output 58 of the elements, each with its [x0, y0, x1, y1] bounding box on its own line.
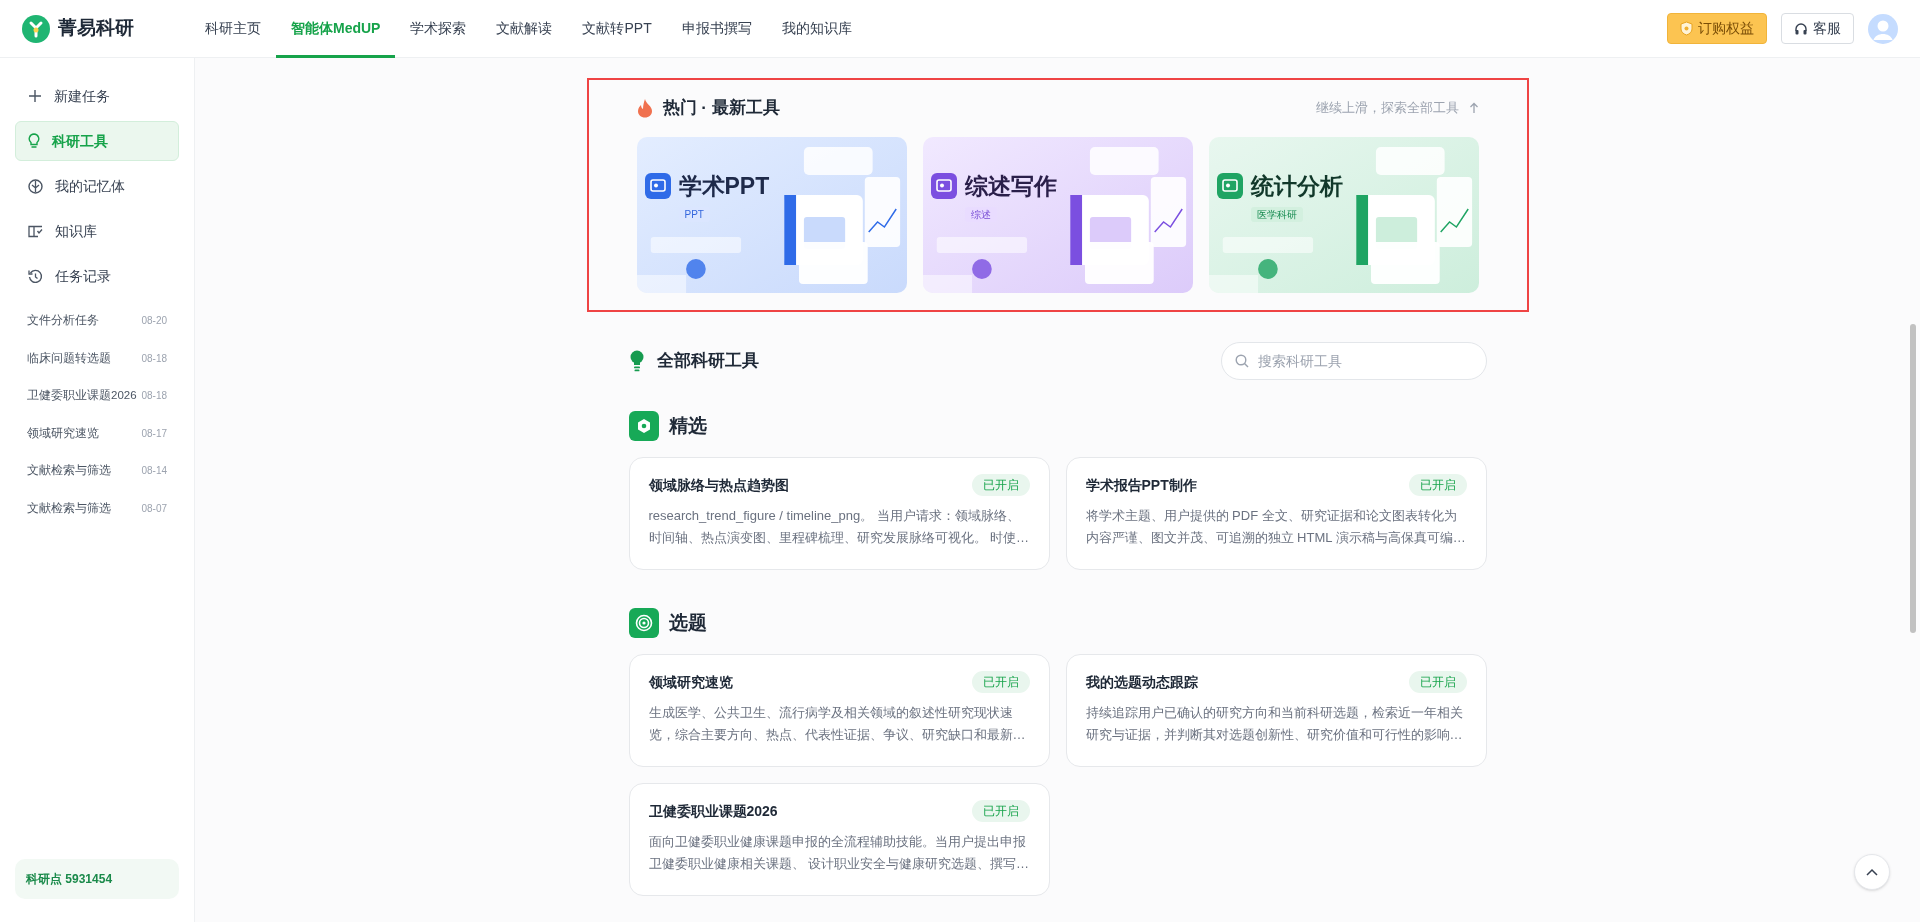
- task-title[interactable]: 卫健委职业课题2026: [27, 387, 137, 405]
- status-badge: 已开启: [971, 671, 1030, 693]
- task-date: 08-20: [141, 314, 167, 329]
- tool-name: 领域研究速览: [648, 672, 733, 692]
- banner-title: 统计分析: [1250, 172, 1343, 201]
- tool-card[interactable]: 卫健委职业课题2026 已开启 面向卫健委职业健康课题申报的全流程辅助技能。当用户提出申报卫健委职业健康相关课题、 设计职业安全与健康研究选题、撰写…: [628, 783, 1050, 896]
- tool-card[interactable]: 学术报告PPT制作 已开启 将学术主题、用户提供的 PDF 全文、研究证据和论文图表转化为内容严谨、图文并茂、可追溯的独立 HTML 演示稿与高保真可编…: [1065, 457, 1487, 570]
- tool-description: 将学术主题、用户提供的 PDF 全文、研究证据和论文图表转化为内容严谨、图文并茂、可追溯的独立 HTML 演示稿与高保真可编…: [1085, 507, 1467, 547]
- tool-card[interactable]: 领域研究速览 已开启 生成医学、公共卫生、流行病学及相关领域的叙述性研究现状速览，综合主要方向、热点、代表性证据、争议、研究缺口和最新…: [628, 654, 1050, 767]
- sidebar-item[interactable]: 新建任务: [15, 76, 179, 116]
- task-date: 08-18: [141, 389, 167, 404]
- nav-tab[interactable]: 学术探索: [395, 0, 482, 58]
- sidebar-item[interactable]: 知识库: [15, 211, 179, 251]
- tool-description: 持续追踪用户已确认的研究方向和当前科研选题，检索近一年相关研究与证据，并判断其对选题创新性、研究价值和可行性的影响…: [1085, 704, 1464, 744]
- nav-tab[interactable]: 文献解读: [481, 0, 568, 58]
- status-badge: 已开启: [1408, 671, 1467, 693]
- sidebar-item[interactable]: 任务记录: [15, 256, 179, 296]
- task-title[interactable]: 领域研究速览: [27, 424, 99, 442]
- tool-banner[interactable]: 学术PPT PPT: [636, 137, 907, 293]
- task-date: 08-17: [141, 426, 167, 441]
- task-title[interactable]: 文献检索与筛选: [27, 499, 111, 517]
- task-date: 08-07: [141, 501, 167, 516]
- tool-name: 学术报告PPT制作: [1085, 475, 1197, 495]
- banner-title: 学术PPT: [678, 172, 770, 201]
- tool-description: 生成医学、公共卫生、流行病学及相关领域的叙述性研究现状速览，综合主要方向、热点、代表性证据、争议、研究缺口和最新…: [648, 704, 1027, 744]
- task-title[interactable]: 文献检索与筛选: [27, 462, 111, 480]
- section-title: 热门 · 最新工具: [662, 97, 780, 120]
- section-title: 全部科研工具: [656, 350, 759, 373]
- task-title[interactable]: 文件分析任务: [27, 312, 99, 330]
- tool-name: 卫健委职业课题2026: [648, 801, 778, 821]
- task-date: 08-18: [141, 351, 167, 366]
- status-badge: 已开启: [1408, 474, 1467, 496]
- tool-description: 面向卫健委职业健康课题申报的全流程辅助技能。当用户提出申报卫健委职业健康相关课题、 设计职业安全与健康研究选题、撰写…: [648, 833, 1030, 873]
- support-button[interactable]: 客服: [1781, 13, 1854, 44]
- tool-card[interactable]: 领域脉络与热点趋势图 已开启 research_trend_figure / timeline_png。 当用户请求：领域脉络、时间轴、热点演变图、里程碑梳理、研究发展脉络可视化。 时使…: [628, 457, 1050, 570]
- category-title: 精选: [668, 413, 707, 438]
- scroll-hint: 继续上滑，探索全部工具: [1315, 99, 1459, 118]
- points-balance: 科研点 5931454: [26, 871, 113, 888]
- status-badge: 已开启: [971, 474, 1030, 496]
- nav-tab[interactable]: 科研主页: [190, 0, 276, 58]
- status-badge: 已开启: [971, 800, 1030, 822]
- nav-tab[interactable]: 申报书撰写: [666, 0, 767, 58]
- subscribe-button[interactable]: 订购权益: [1667, 13, 1767, 44]
- tool-description: research_trend_figure / timeline_png。 当用户请求：领域脉络、时间轴、热点演变图、里程碑梳理、研究发展脉络可视化。 时使…: [648, 507, 1030, 547]
- tool-card[interactable]: 我的选题动态跟踪 已开启 持续追踪用户已确认的研究方向和当前科研选题，检索近一年相关研究与证据，并判断其对选题创新性、研究价值和可行性的影响…: [1065, 654, 1487, 767]
- banner-title: 综述写作: [964, 172, 1057, 201]
- tool-name: 领域脉络与热点趋势图: [648, 475, 789, 495]
- task-date: 08-14: [141, 464, 167, 479]
- tool-banner[interactable]: 统计分析 医学科研: [1208, 137, 1479, 293]
- tool-name: 我的选题动态跟踪: [1085, 672, 1198, 692]
- category-title: 选题: [668, 610, 707, 635]
- sidebar-item[interactable]: 我的记忆体: [15, 166, 179, 206]
- tool-banner[interactable]: 综述写作 综述: [922, 137, 1193, 293]
- nav-tab[interactable]: 文献转PPT: [567, 0, 667, 58]
- nav-tab[interactable]: 我的知识库: [766, 0, 867, 58]
- search-field[interactable]: 搜索科研工具: [1220, 342, 1487, 380]
- brand-name: 菁易科研: [58, 16, 134, 41]
- task-title[interactable]: 临床问题转选题: [27, 349, 111, 367]
